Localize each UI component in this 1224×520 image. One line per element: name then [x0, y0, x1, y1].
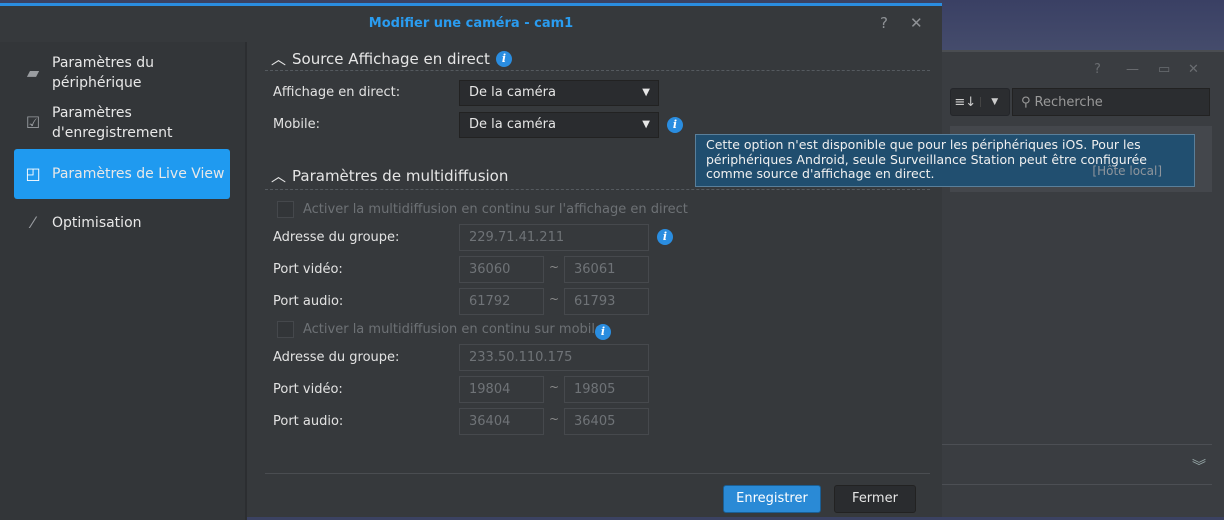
section-multicast-toggle[interactable]: ︿ Paramètres de multidiffusion — [271, 165, 508, 186]
sidebar-item-label: Paramètres de Live View — [52, 166, 225, 182]
sidebar-item-label: Paramètres d'enregistrement — [52, 105, 173, 141]
search-icon: ⚲ — [1021, 94, 1031, 110]
video-port-to-input[interactable]: 19805 — [564, 376, 649, 403]
video-port-label: Port vidéo: — [273, 262, 343, 277]
live-view-label: Affichage en direct: — [273, 85, 401, 100]
audio-port-label: Port audio: — [273, 414, 344, 429]
divider — [942, 484, 1212, 485]
close-icon[interactable]: ✕ — [1188, 62, 1199, 77]
minimize-icon[interactable]: — — [1126, 62, 1139, 77]
group-address-input[interactable]: 233.50.110.175 — [459, 344, 649, 371]
divider — [265, 70, 930, 71]
maximize-icon[interactable]: ▭ — [1158, 62, 1170, 77]
sidebar: ▰ Paramètres du périphérique ☑ Paramètres … — [0, 42, 247, 520]
chevron-up-icon: ︿ — [271, 167, 287, 185]
caret-down-icon: ▼ — [642, 119, 650, 130]
range-separator: ~ — [549, 292, 560, 306]
selected-value: De la caméra — [469, 85, 556, 100]
caret-down-icon: ▼ — [642, 87, 650, 98]
search-input[interactable]: ⚲ Recherche — [1012, 88, 1210, 116]
audio-port-to-input[interactable]: 61793 — [564, 288, 649, 315]
section-title: Paramètres de multidiffusion — [292, 166, 509, 185]
group-address-label: Adresse du groupe: — [273, 230, 400, 245]
divider — [265, 473, 930, 474]
audio-port-to-input[interactable]: 36405 — [564, 408, 649, 435]
range-separator: ~ — [549, 260, 560, 274]
info-icon[interactable]: i — [657, 229, 673, 245]
sidebar-item-label: Paramètres du périphérique — [52, 55, 155, 91]
info-icon[interactable]: i — [667, 117, 683, 133]
range-separator: ~ — [549, 380, 560, 394]
video-port-from-input[interactable]: 36060 — [459, 256, 544, 283]
video-port-to-input[interactable]: 36061 — [564, 256, 649, 283]
help-icon[interactable]: ? — [880, 14, 888, 32]
dialog-title: Modifier une caméra - cam1 — [368, 16, 574, 31]
section-source-toggle[interactable]: ︿ Source Affichage en direct i — [271, 48, 512, 69]
host-label: [Hôte local] — [1092, 164, 1162, 178]
sidebar-item-live-view[interactable]: ◰ Paramètres de Live View — [14, 149, 230, 199]
info-icon[interactable]: i — [495, 50, 512, 67]
calendar-check-icon: ☑ — [25, 113, 41, 132]
close-button[interactable]: Fermer — [834, 485, 916, 513]
checkbox-label: Activer la multidiffusion en continu sur… — [303, 322, 604, 337]
desktop-background — [942, 0, 1224, 52]
sidebar-item-optimisation[interactable]: ⁄ Optimisation — [14, 210, 230, 236]
mobile-label: Mobile: — [273, 117, 321, 132]
video-port-from-input[interactable]: 19804 — [459, 376, 544, 403]
mobile-source-select[interactable]: De la caméra ▼ — [459, 112, 659, 138]
camera-icon: ▰ — [26, 63, 40, 82]
help-icon[interactable]: ? — [1094, 62, 1101, 77]
chevron-down-icon: ▼ — [979, 97, 1010, 107]
mobile-multicast-checkbox[interactable] — [277, 321, 294, 338]
sidebar-item-device[interactable]: ▰ Paramètres du périphérique — [14, 52, 230, 94]
live-view-icon: ◰ — [25, 164, 41, 183]
sort-icon: ≡↓ — [954, 94, 977, 110]
group-address-label: Adresse du groupe: — [273, 350, 400, 365]
double-chevron-down-icon[interactable]: ︾ — [1192, 456, 1206, 476]
divider — [265, 189, 930, 190]
save-button[interactable]: Enregistrer — [723, 485, 821, 513]
divider — [942, 444, 1212, 445]
magic-wand-icon: ⁄ — [31, 213, 35, 232]
range-separator: ~ — [549, 412, 560, 426]
close-icon[interactable]: ✕ — [910, 14, 923, 32]
checkbox-label: Activer la multidiffusion en continu sur… — [303, 202, 688, 217]
audio-port-from-input[interactable]: 36404 — [459, 408, 544, 435]
tooltip: Cette option n'est disponible que pour l… — [695, 134, 1195, 187]
live-multicast-checkbox[interactable] — [277, 201, 294, 218]
section-title: Source Affichage en direct — [292, 49, 490, 68]
edit-camera-dialog: Modifier une caméra - cam1 ? ✕ ▰ Paramètr… — [0, 3, 942, 520]
info-icon[interactable]: i — [595, 324, 611, 340]
sort-button[interactable]: ≡↓ ▼ — [950, 88, 1010, 116]
video-port-label: Port vidéo: — [273, 382, 343, 397]
live-view-source-select[interactable]: De la caméra ▼ — [459, 80, 659, 106]
group-address-input[interactable]: 229.71.41.211 — [459, 224, 649, 251]
background-window: ? — ▭ ✕ ≡↓ ▼ ⚲ Recherche [Hôte local] ︾ — [942, 50, 1224, 517]
sidebar-item-label: Optimisation — [52, 215, 142, 231]
audio-port-label: Port audio: — [273, 294, 344, 309]
audio-port-from-input[interactable]: 61792 — [459, 288, 544, 315]
chevron-up-icon: ︿ — [271, 50, 287, 68]
search-placeholder: Recherche — [1034, 94, 1103, 110]
selected-value: De la caméra — [469, 117, 556, 132]
sidebar-item-recording[interactable]: ☑ Paramètres d'enregistrement — [14, 102, 230, 144]
